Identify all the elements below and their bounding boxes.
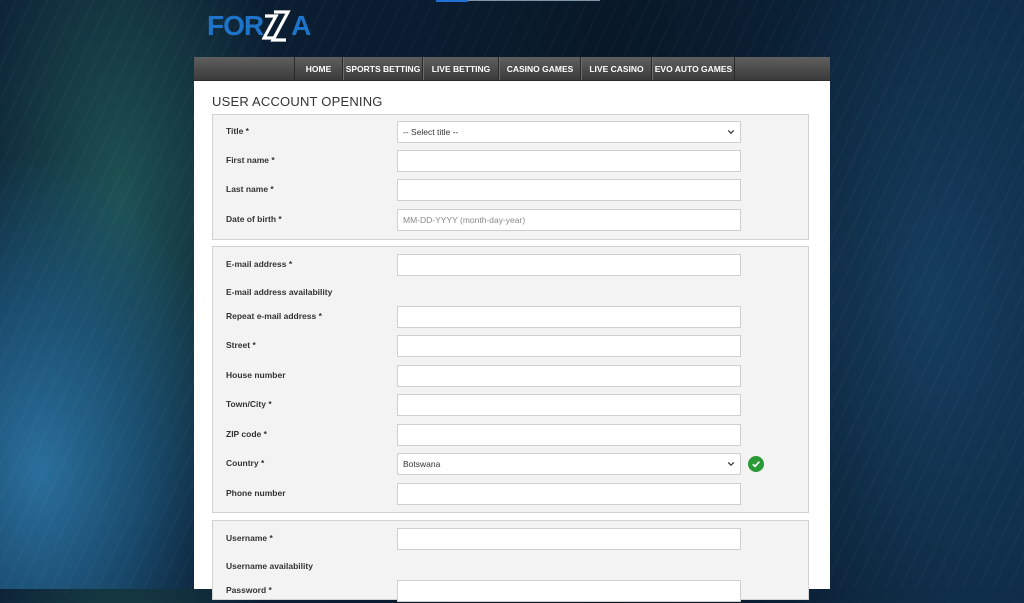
first-name-label: First name *: [226, 155, 275, 165]
password-input[interactable]: [397, 580, 741, 602]
house-number-input[interactable]: [397, 365, 741, 387]
town-input[interactable]: [397, 394, 741, 416]
valid-check-icon: [748, 456, 764, 472]
country-row: Country * Botswana: [213, 452, 808, 476]
title-row: Title * -- Select title --: [213, 120, 808, 144]
email-row: E-mail address *: [213, 253, 808, 277]
top-scroll-accent: [436, 0, 468, 2]
first-name-input[interactable]: [397, 150, 741, 172]
checkmark-icon: [752, 461, 760, 468]
personal-details-section: Title * -- Select title -- First name * …: [212, 114, 809, 240]
house-number-row: House number: [213, 364, 808, 388]
nav-casino-games[interactable]: CASINO GAMES: [499, 57, 581, 80]
username-input[interactable]: [397, 528, 741, 550]
logo-zz-icon: [261, 10, 291, 42]
nav-home[interactable]: HOME: [294, 57, 343, 80]
email-availability-row: E-mail address availability: [213, 281, 808, 305]
main-container: HOME SPORTS BETTING LIVE BETTING CASINO …: [194, 57, 830, 602]
phone-row: Phone number: [213, 482, 808, 506]
chevron-down-icon: [727, 129, 735, 135]
last-name-label: Last name *: [226, 184, 274, 194]
country-select[interactable]: Botswana: [397, 453, 741, 475]
country-select-value: Botswana: [403, 459, 441, 469]
chevron-down-icon: [727, 461, 735, 467]
password-row: Password *: [213, 579, 808, 603]
top-scroll-track: [468, 0, 600, 1]
nav-evo-auto-games[interactable]: EVO AUTO GAMES: [652, 57, 735, 80]
street-label: Street *: [226, 340, 256, 350]
phone-label: Phone number: [226, 488, 286, 498]
nav-sports-betting[interactable]: SPORTS BETTING: [343, 57, 423, 80]
dob-input[interactable]: [397, 209, 741, 231]
nav-live-betting[interactable]: LIVE BETTING: [423, 57, 499, 80]
password-label: Password *: [226, 585, 272, 595]
title-select[interactable]: -- Select title --: [397, 121, 741, 143]
email-input[interactable]: [397, 254, 741, 276]
contact-details-section: E-mail address * E-mail address availabi…: [212, 246, 809, 513]
street-input[interactable]: [397, 335, 741, 357]
email-label: E-mail address *: [226, 259, 293, 269]
username-label: Username *: [226, 533, 273, 543]
logo-text-right: A: [291, 10, 311, 41]
email-availability-label: E-mail address availability: [226, 287, 333, 297]
first-name-row: First name *: [213, 149, 808, 173]
repeat-email-row: Repeat e-mail address *: [213, 305, 808, 329]
repeat-email-input[interactable]: [397, 306, 741, 328]
forzza-logo[interactable]: FOR A: [207, 8, 311, 44]
page-title: USER ACCOUNT OPENING: [212, 94, 383, 109]
zip-row: ZIP code *: [213, 423, 808, 447]
account-details-section: Username * Username availability Passwor…: [212, 520, 809, 603]
zip-label: ZIP code *: [226, 429, 267, 439]
logo-text-left: FOR: [207, 10, 264, 41]
town-row: Town/City *: [213, 393, 808, 417]
dob-label: Date of birth *: [226, 214, 282, 224]
dob-row: Date of birth *: [213, 208, 808, 232]
house-number-label: House number: [226, 370, 286, 380]
title-label: Title *: [226, 126, 249, 136]
main-nav: HOME SPORTS BETTING LIVE BETTING CASINO …: [194, 57, 830, 81]
title-select-value: -- Select title --: [403, 127, 459, 137]
username-row: Username *: [213, 527, 808, 551]
last-name-row: Last name *: [213, 178, 808, 202]
nav-live-casino[interactable]: LIVE CASINO: [581, 57, 652, 80]
repeat-email-label: Repeat e-mail address *: [226, 311, 322, 321]
country-label: Country *: [226, 458, 265, 468]
street-row: Street *: [213, 334, 808, 358]
username-availability-row: Username availability: [213, 555, 808, 579]
zip-input[interactable]: [397, 424, 741, 446]
phone-input[interactable]: [397, 483, 741, 505]
logo-zz-mark: [261, 8, 292, 44]
username-availability-label: Username availability: [226, 561, 313, 571]
last-name-input[interactable]: [397, 179, 741, 201]
town-label: Town/City *: [226, 399, 272, 409]
